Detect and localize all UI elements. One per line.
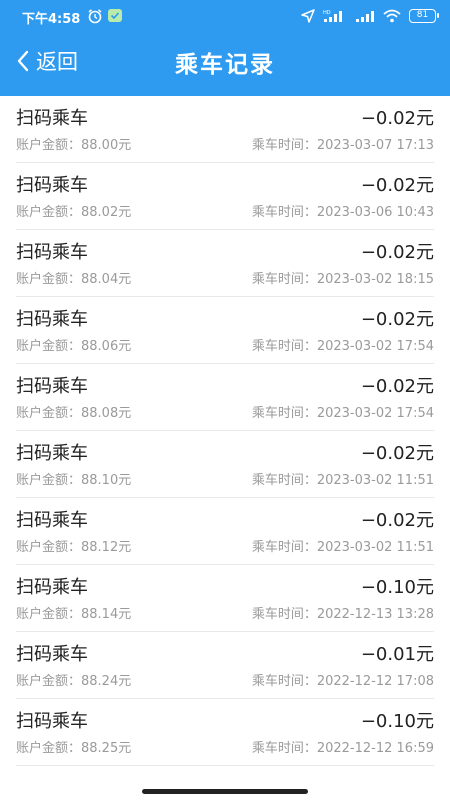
wifi-icon [383,9,401,23]
ride-type: 扫码乘车 [16,443,88,464]
alarm-clock-icon [88,9,102,24]
account-balance: 账户金额：88.24元 [16,674,132,689]
ride-time: 乘车时间：2023-03-02 18:15 [251,272,434,287]
account-balance: 账户金额：88.02元 [16,205,132,220]
account-balance: 账户金额：88.00元 [16,138,132,153]
ride-amount: −0.02元 [360,510,434,531]
list-item[interactable]: 扫码乘车 −0.02元 账户金额：88.00元 乘车时间：2023-03-07 … [16,96,434,163]
list-item[interactable]: 扫码乘车 −0.10元 账户金额：88.25元 乘车时间：2022-12-12 … [16,699,434,766]
account-balance: 账户金额：88.04元 [16,272,132,287]
ride-amount: −0.02元 [360,309,434,330]
ride-amount: −0.10元 [360,577,434,598]
list-item[interactable]: 扫码乘车 −0.02元 账户金额：88.12元 乘车时间：2023-03-02 … [16,498,434,565]
account-balance: 账户金额：88.14元 [16,607,132,622]
ride-time: 乘车时间：2023-03-02 11:51 [251,540,434,555]
home-indicator[interactable] [142,789,308,794]
ride-time: 乘车时间：2023-03-02 17:54 [251,406,434,421]
account-balance: 账户金额：88.06元 [16,339,132,354]
ride-type: 扫码乘车 [16,577,88,598]
ride-amount: −0.02元 [360,376,434,397]
signal-hd-icon: HD [323,10,342,22]
battery-icon: 81 [409,9,439,23]
ride-amount: −0.10元 [360,711,434,732]
ride-type: 扫码乘车 [16,242,88,263]
ride-type: 扫码乘车 [16,175,88,196]
check-badge-icon [108,9,122,22]
ride-time: 乘车时间：2022-12-12 17:08 [251,674,434,689]
account-balance: 账户金额：88.08元 [16,406,132,421]
account-balance: 账户金额：88.10元 [16,473,132,488]
svg-text:HD: HD [323,10,331,16]
ride-time: 乘车时间：2022-12-13 13:28 [251,607,434,622]
ride-type: 扫码乘车 [16,510,88,531]
ride-time: 乘车时间：2023-03-02 17:54 [251,339,434,354]
status-time: 下午4:58 [22,12,81,27]
page-title: 乘车记录 [175,52,275,78]
ride-time: 乘车时间：2023-03-07 17:13 [251,138,434,153]
ride-type: 扫码乘车 [16,309,88,330]
ride-amount: −0.02元 [360,175,434,196]
ride-type: 扫码乘车 [16,108,88,129]
location-arrow-icon [301,9,315,23]
list-item[interactable]: 扫码乘车 −0.02元 账户金额：88.04元 乘车时间：2023-03-02 … [16,230,434,297]
list-item[interactable]: 扫码乘车 −0.02元 账户金额：88.08元 乘车时间：2023-03-02 … [16,364,434,431]
list-item[interactable]: 扫码乘车 −0.10元 账户金额：88.14元 乘车时间：2022-12-13 … [16,565,434,632]
ride-amount: −0.02元 [360,242,434,263]
ride-amount: −0.01元 [360,644,434,665]
ride-time: 乘车时间：2022-12-12 16:59 [251,741,434,756]
nav-bar: 返回 乘车记录 [0,32,450,90]
ride-amount: −0.02元 [360,443,434,464]
ride-amount: −0.02元 [360,108,434,129]
battery-level: 81 [416,10,429,20]
signal-icon [356,11,374,22]
ride-time: 乘车时间：2023-03-02 11:51 [251,473,434,488]
list-item[interactable]: 扫码乘车 −0.02元 账户金额：88.06元 乘车时间：2023-03-02 … [16,297,434,364]
ride-record-list: 扫码乘车 −0.02元 账户金额：88.00元 乘车时间：2023-03-07 … [0,96,450,766]
status-bar: 下午4:58 HD 81 [0,0,450,32]
list-item[interactable]: 扫码乘车 −0.01元 账户金额：88.24元 乘车时间：2022-12-12 … [16,632,434,699]
ride-time: 乘车时间：2023-03-06 10:43 [251,205,434,220]
status-icons: HD 81 [301,8,439,24]
ride-type: 扫码乘车 [16,644,88,665]
ride-type: 扫码乘车 [16,376,88,397]
list-item[interactable]: 扫码乘车 −0.02元 账户金额：88.10元 乘车时间：2023-03-02 … [16,431,434,498]
account-balance: 账户金额：88.12元 [16,540,132,555]
list-item[interactable]: 扫码乘车 −0.02元 账户金额：88.02元 乘车时间：2023-03-06 … [16,163,434,230]
account-balance: 账户金额：88.25元 [16,741,132,756]
ride-type: 扫码乘车 [16,711,88,732]
header: 下午4:58 HD 81 返回 乘车记录 [0,0,450,96]
